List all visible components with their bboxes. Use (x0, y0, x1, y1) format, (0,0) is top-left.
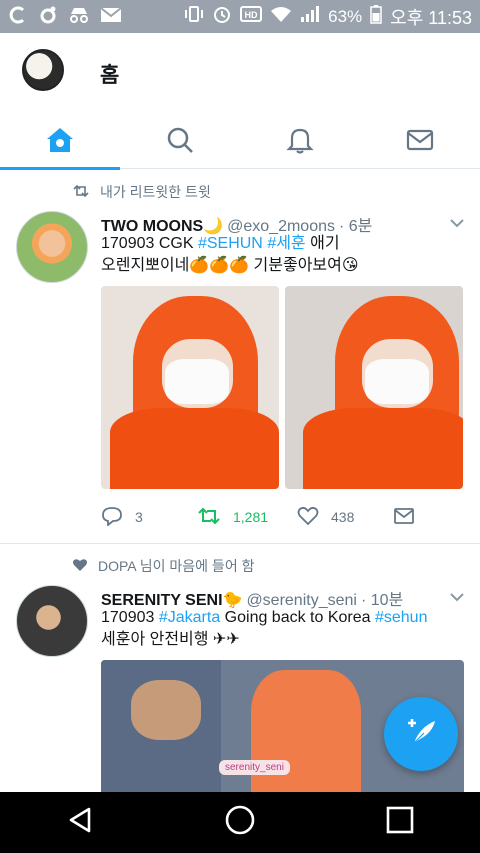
hashtag-link[interactable]: #Jakarta (159, 609, 220, 626)
tweet-media (101, 286, 463, 489)
like-count: 438 (331, 509, 355, 525)
recents-square-icon (385, 805, 415, 840)
status-bar: HD 63% 오후 11:53 (0, 0, 480, 33)
heart-icon (297, 506, 319, 529)
tab-messages[interactable] (360, 115, 480, 169)
reply-count: 3 (135, 509, 143, 525)
tweet-text: 170903 #Jakarta Going back to Korea #seh… (101, 607, 461, 651)
retweet-icon (72, 184, 90, 201)
compose-quill-icon (402, 713, 440, 756)
text-segment: 170903 (101, 609, 159, 626)
tweet-context: 내가 리트윗한 트윗 (72, 182, 211, 202)
tweet-text: 170903 CGK #SEHUN #세훈 애기 오렌지뽀이네🍊🍊🍊 기분좋아보… (101, 233, 461, 277)
incognito-icon (68, 5, 90, 28)
text-line: 오렌지뽀이네🍊🍊🍊 기분좋아보여😘 (101, 257, 359, 274)
avatar[interactable] (16, 211, 88, 283)
profile-avatar[interactable] (22, 49, 64, 91)
reply-button[interactable]: 3 (101, 506, 197, 529)
circle-c-icon (8, 5, 28, 28)
home-icon (45, 125, 75, 160)
tweet[interactable]: 내가 리트윗한 트윗 TWO MOONS🌙 @exo_2moons · 6분 1… (0, 170, 480, 544)
tab-search[interactable] (120, 115, 240, 169)
mail-icon (405, 125, 435, 160)
avatar[interactable] (16, 585, 88, 657)
context-label: DOPA 님이 마음에 들어 함 (98, 558, 255, 574)
tab-home[interactable] (0, 115, 120, 170)
battery-icon (370, 4, 382, 29)
page-title: 홈 (100, 64, 120, 87)
back-button[interactable] (50, 798, 110, 848)
context-label: 내가 리트윗한 트윗 (100, 184, 211, 200)
svg-text:HD: HD (245, 10, 258, 20)
text-segment: 애기 (305, 235, 340, 252)
compose-tweet-button[interactable] (384, 697, 458, 771)
hashtag-link[interactable]: #sehun (375, 609, 428, 626)
retweet-button[interactable]: 1,281 (197, 507, 297, 528)
hashtag-link[interactable]: #세훈 (267, 235, 305, 252)
text-segment: 170903 CGK (101, 235, 198, 252)
tweet-actions: 3 1,281 438 (101, 503, 421, 531)
search-icon (165, 125, 195, 160)
text-segment: Going back to Korea (220, 609, 375, 626)
back-triangle-icon (65, 805, 95, 840)
tab-notifications[interactable] (240, 115, 360, 169)
app-header: 홈 (0, 33, 480, 170)
system-nav-bar (0, 792, 480, 853)
tweet-photo[interactable] (101, 286, 279, 489)
chevron-down-icon[interactable] (450, 590, 464, 604)
retweet-icon (197, 507, 221, 528)
tab-bar (0, 115, 480, 170)
signal-icon (300, 5, 320, 28)
wifi-icon (270, 5, 292, 28)
text-line: 세훈아 안전비행 ✈✈ (101, 631, 240, 648)
photo-watermark: serenity_seni (219, 760, 290, 775)
mail-icon (100, 6, 122, 27)
reply-icon (101, 506, 123, 529)
mail-icon (393, 507, 415, 528)
home-button[interactable] (210, 798, 270, 848)
chevron-down-icon[interactable] (450, 216, 464, 230)
like-button[interactable]: 438 (297, 506, 393, 529)
recents-button[interactable] (370, 798, 430, 848)
tweet-context: DOPA 님이 마음에 들어 함 (72, 556, 254, 576)
hashtag-link[interactable]: #SEHUN (198, 235, 263, 252)
alarm-icon (212, 4, 232, 29)
home-circle-icon (224, 804, 256, 841)
tweet-photo[interactable] (285, 286, 463, 489)
battery-percent: 63% (328, 6, 363, 26)
vibrate-icon (184, 4, 204, 29)
heart-icon (72, 558, 88, 575)
clock: 오후 11:53 (390, 7, 472, 28)
retweet-count: 1,281 (233, 509, 269, 525)
dm-share-button[interactable] (393, 507, 415, 528)
circle-o-icon (38, 5, 58, 28)
hd-icon: HD (240, 5, 263, 28)
bell-icon (285, 125, 315, 160)
